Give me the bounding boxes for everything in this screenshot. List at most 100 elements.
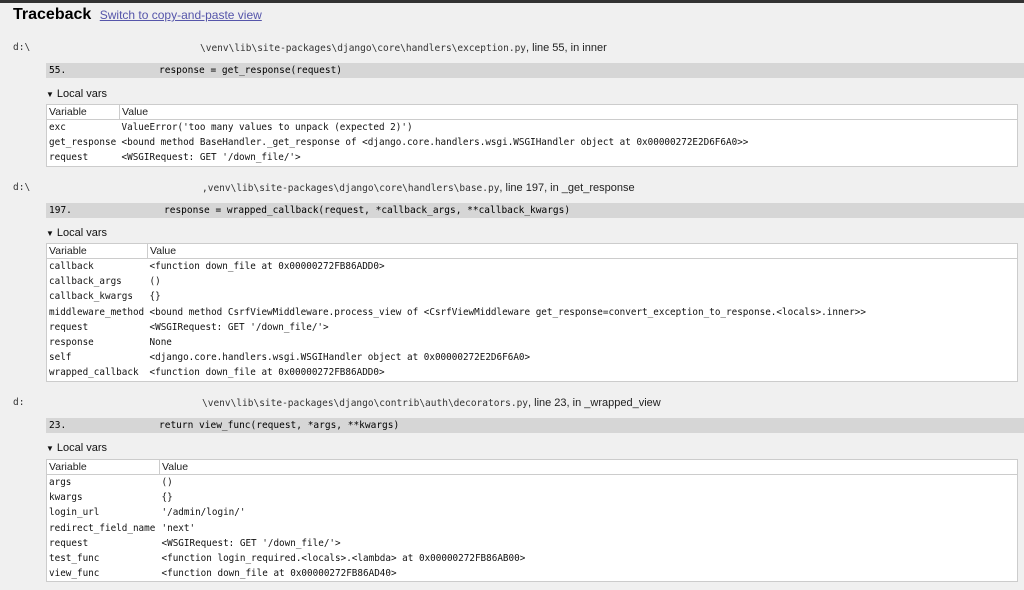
var-value: <WSGIRequest: GET '/down_file/'> <box>149 321 329 333</box>
table-row: get_response <bound method BaseHandler._g… <box>47 135 1018 150</box>
value-column-header: Value <box>159 459 1018 475</box>
local-vars-table: Variable Value exc ValueError('too many v… <box>46 104 1018 167</box>
frame-location: , line 197, in _get_response <box>499 182 635 194</box>
table-row: login_url '/admin/login/' <box>47 505 1018 520</box>
frame-drive: d:\ <box>13 42 31 53</box>
table-header-row: Variable Value <box>46 243 1018 259</box>
frame-file: ,venv\lib\site-packages\django\core\hand… <box>202 183 500 194</box>
table-row: redirect_field_name 'next' <box>47 521 1018 536</box>
frame-header: d:\ ,venv\lib\site-packages\django\core\… <box>13 179 1013 195</box>
local-vars-table: Variable Value args () kwargs {} login_url… <box>46 459 1018 583</box>
var-value: <bound method CsrfViewMiddleware.process… <box>149 306 866 318</box>
var-name: login_url <box>49 507 100 519</box>
var-name: wrapped_callback <box>49 367 139 379</box>
var-name: request <box>49 321 89 333</box>
var-value: <function down_file at 0x00000272FB86AD4… <box>161 568 397 580</box>
frame-file: \venv\lib\site-packages\django\contrib\a… <box>202 398 529 409</box>
table-row: request <WSGIRequest: GET '/down_file/'> <box>47 320 1018 335</box>
table-row: wrapped_callback <function down_file at 0… <box>47 365 1018 381</box>
var-value: '/admin/login/' <box>161 507 246 519</box>
var-value: <django.core.handlers.wsgi.WSGIHandler o… <box>149 352 531 364</box>
code-text: return view_func(request, *args, **kwarg… <box>159 420 400 431</box>
table-row: request <WSGIRequest: GET '/down_file/'> <box>47 150 1018 166</box>
frame-path: \venv\lib\site-packages\django\core\hand… <box>200 42 607 54</box>
table-header-row: Variable Value <box>46 104 1018 120</box>
traceback-header: Traceback Switch to copy-and-paste view <box>13 6 262 28</box>
var-value: 'next' <box>161 522 196 534</box>
var-name: self <box>49 352 72 364</box>
frame-drive: d:\ <box>13 182 31 193</box>
var-name: callback_args <box>49 276 122 288</box>
var-name: callback <box>49 261 94 273</box>
table-row: callback <function down_file at 0x0000027… <box>47 259 1018 275</box>
frame-drive: d: <box>13 397 25 408</box>
value-column-header: Value <box>147 243 1018 259</box>
code-text: response = wrapped_callback(request, *ca… <box>164 205 571 216</box>
var-name: kwargs <box>49 492 83 504</box>
var-value: None <box>149 337 172 349</box>
line-number: 197. <box>49 205 72 216</box>
code-text: response = get_response(request) <box>159 65 343 76</box>
triangle-down-icon: ▼ <box>46 90 54 99</box>
var-value: <WSGIRequest: GET '/down_file/'> <box>161 537 341 549</box>
var-value: () <box>161 477 173 489</box>
triangle-down-icon: ▼ <box>46 444 54 453</box>
var-value: <function down_file at 0x00000272FB86ADD… <box>149 261 385 273</box>
frame-path: ,venv\lib\site-packages\django\core\hand… <box>202 182 635 194</box>
var-value: {} <box>149 291 161 303</box>
table-row: middleware_method <bound method CsrfViewM… <box>47 305 1018 320</box>
local-vars-table: Variable Value callback <function down_fi… <box>46 243 1018 382</box>
var-name: request <box>49 152 89 164</box>
local-vars-label: Local vars <box>56 227 108 239</box>
table-row: callback_kwargs {} <box>47 289 1018 304</box>
table-row: args () <box>47 475 1018 491</box>
var-value: <WSGIRequest: GET '/down_file/'> <box>121 152 301 164</box>
table-row: test_func <function login_required.<local… <box>47 551 1018 566</box>
page-title: Traceback <box>13 6 92 23</box>
var-value: <function down_file at 0x00000272FB86ADD… <box>149 367 385 379</box>
code-context-line[interactable]: 23. return view_func(request, *args, **k… <box>46 418 1024 433</box>
table-row: self <django.core.handlers.wsgi.WSGIHandl… <box>47 350 1018 365</box>
var-name: response <box>49 337 94 349</box>
var-name: get_response <box>49 137 117 149</box>
line-number: 55. <box>49 65 67 76</box>
local-vars-toggle[interactable]: ▼ Local vars <box>46 442 107 454</box>
variable-column-header: Variable <box>46 243 148 259</box>
code-context-line[interactable]: 197. response = wrapped_callback(request… <box>46 203 1024 218</box>
line-number: 23. <box>49 420 67 431</box>
variable-column-header: Variable <box>46 104 120 120</box>
table-row: exc ValueError('too many values to unpack… <box>47 120 1018 136</box>
switch-view-link[interactable]: Switch to copy-and-paste view <box>100 8 262 22</box>
local-vars-toggle[interactable]: ▼ Local vars <box>46 88 107 100</box>
var-name: exc <box>49 122 66 134</box>
local-vars-toggle[interactable]: ▼ Local vars <box>46 227 107 239</box>
frame-header: d:\ \venv\lib\site-packages\django\core\… <box>13 39 1013 55</box>
local-vars-label: Local vars <box>56 88 108 100</box>
var-name: view_func <box>49 568 100 580</box>
table-row: request <WSGIRequest: GET '/down_file/'> <box>47 536 1018 551</box>
var-value: <function login_required.<locals>.<lambd… <box>161 553 526 565</box>
frame-file: \venv\lib\site-packages\django\core\hand… <box>200 43 527 54</box>
var-name: middleware_method <box>49 306 145 318</box>
var-name: redirect_field_name <box>49 522 156 534</box>
var-value: () <box>149 276 161 288</box>
value-column-header: Value <box>119 104 1018 120</box>
table-row: kwargs {} <box>47 490 1018 505</box>
var-value: {} <box>161 492 173 504</box>
code-context-line[interactable]: 55. response = get_response(request) <box>46 63 1024 78</box>
var-value: <bound method BaseHandler._get_response … <box>121 137 749 149</box>
var-name: request <box>49 537 89 549</box>
triangle-down-icon: ▼ <box>46 229 54 238</box>
variable-column-header: Variable <box>46 459 160 475</box>
table-row: response None <box>47 335 1018 350</box>
frame-header: d: \venv\lib\site-packages\django\contri… <box>13 394 1013 410</box>
table-row: view_func <function down_file at 0x000002… <box>47 566 1018 582</box>
var-name: callback_kwargs <box>49 291 133 303</box>
table-header-row: Variable Value <box>46 459 1018 475</box>
frame-location: , line 55, in inner <box>526 42 607 54</box>
table-row: callback_args () <box>47 274 1018 289</box>
var-name: args <box>49 477 72 489</box>
local-vars-label: Local vars <box>56 442 108 454</box>
var-value: ValueError('too many values to unpack (e… <box>121 122 413 134</box>
frame-path: \venv\lib\site-packages\django\contrib\a… <box>202 397 661 409</box>
